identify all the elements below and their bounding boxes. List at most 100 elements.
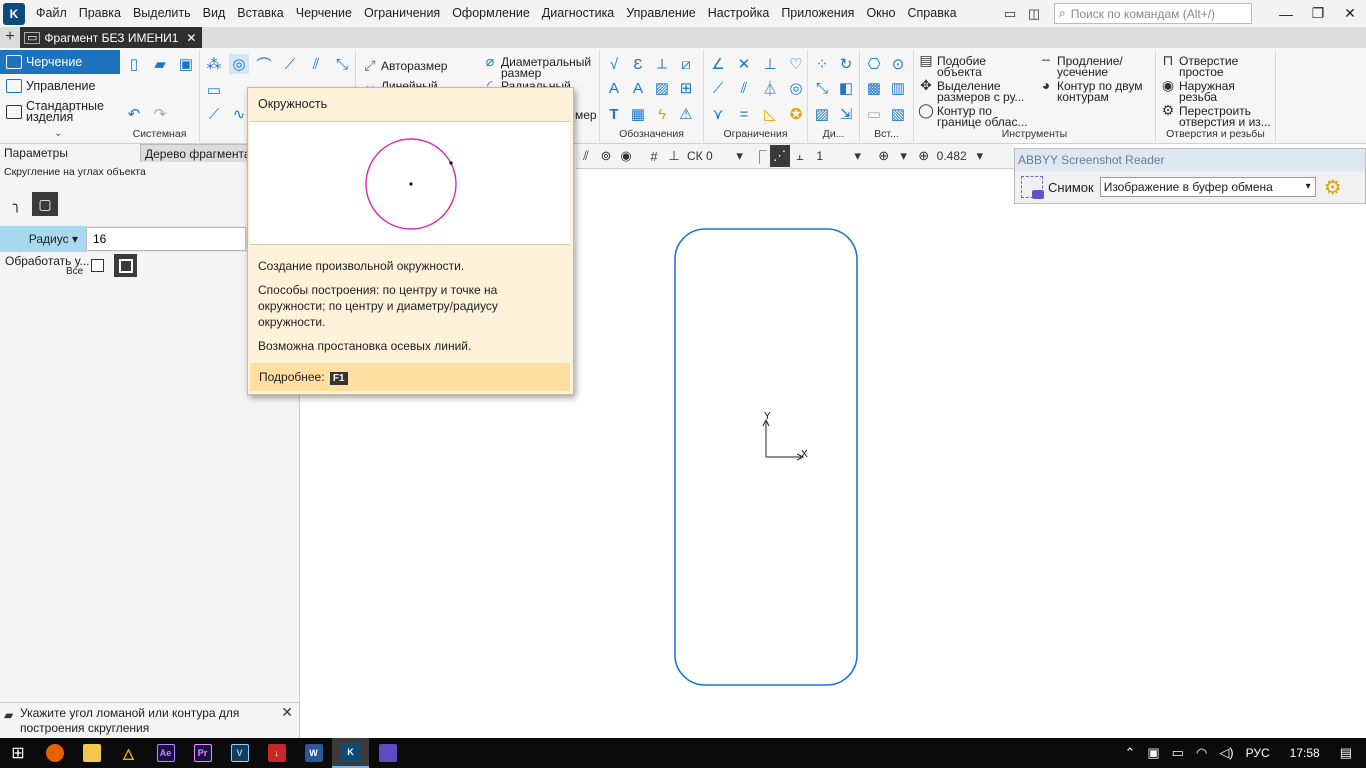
all-corners-button[interactable] bbox=[114, 254, 137, 277]
two-contours-button[interactable]: ◕ Контур по двум контурам bbox=[1038, 78, 1143, 103]
gear-icon[interactable]: ⚙ bbox=[1324, 175, 1342, 200]
tangent-constraint-icon[interactable]: ♡ bbox=[786, 54, 806, 74]
mirror-icon[interactable]: ◧ bbox=[836, 78, 856, 98]
point-icon[interactable]: ⁂ bbox=[204, 54, 224, 74]
clock[interactable]: 17:58 bbox=[1276, 746, 1334, 760]
insert-view-icon[interactable]: ⊙ bbox=[888, 54, 908, 74]
menu-drawing[interactable]: Черчение bbox=[290, 0, 358, 27]
save-icon[interactable]: ▣ bbox=[176, 54, 196, 74]
new-document-plus-icon[interactable]: + bbox=[0, 27, 20, 48]
text-icon[interactable]: T bbox=[604, 104, 624, 124]
insert-image-icon[interactable]: ▩ bbox=[864, 78, 884, 98]
redo-icon[interactable]: ↷ bbox=[150, 104, 170, 124]
taskbar-word[interactable]: W bbox=[295, 738, 332, 768]
radius-input[interactable] bbox=[86, 227, 246, 251]
arc-icon[interactable]: ⌒ bbox=[254, 54, 274, 74]
new-document-icon[interactable]: ▯ bbox=[124, 54, 144, 74]
menu-design[interactable]: Оформление bbox=[446, 0, 536, 27]
insert-doc-icon[interactable]: ▥ bbox=[888, 78, 908, 98]
menu-insert[interactable]: Вставка bbox=[231, 0, 289, 27]
copy-icon[interactable]: ▨ bbox=[812, 104, 832, 124]
layout-split-icon[interactable]: ◫ bbox=[1022, 4, 1046, 24]
text-leader-icon[interactable]: A bbox=[628, 78, 648, 98]
show-hide-icon[interactable]: ⊚ bbox=[596, 145, 616, 167]
rebuild-holes-button[interactable]: ⚙ Перестроить отверстия и из... bbox=[1160, 103, 1271, 128]
similar-object-button[interactable]: ▤ Подобие объекта bbox=[918, 53, 986, 78]
insert-link-icon[interactable]: ▧ bbox=[888, 104, 908, 124]
vertical-constraint-icon[interactable]: ⊥ bbox=[760, 54, 780, 74]
tab-parameters[interactable]: Параметры bbox=[0, 144, 72, 162]
zoom-dropdown-icon[interactable]: ▾ bbox=[970, 145, 990, 167]
cs-axis-icon[interactable]: ⊥ bbox=[664, 145, 684, 167]
rotate-icon[interactable]: ↻ bbox=[836, 54, 856, 74]
tray-app-icon[interactable]: ▣ bbox=[1141, 745, 1165, 761]
volume-icon[interactable]: ◁) bbox=[1213, 745, 1239, 761]
taskbar-premiere[interactable]: Pr bbox=[184, 738, 221, 768]
command-search-input[interactable]: ⌕ Поиск по командам (Alt+/) bbox=[1054, 3, 1252, 24]
taskbar-autocad[interactable]: △ bbox=[110, 738, 147, 768]
taskbar-kompas[interactable]: K bbox=[332, 738, 369, 768]
insert-fragment-icon[interactable]: ⎔ bbox=[864, 54, 884, 74]
taskbar-after-effects[interactable]: Ae bbox=[147, 738, 184, 768]
equal-length-icon[interactable]: ⫽ bbox=[734, 78, 754, 98]
snapshot-icon[interactable] bbox=[1021, 176, 1044, 199]
text-mark-icon[interactable]: A bbox=[604, 78, 624, 98]
snap-line-icon[interactable]: ⫽ bbox=[576, 145, 596, 167]
visibility-icon[interactable]: ◉ bbox=[616, 145, 636, 167]
close-tab-icon[interactable]: ✕ bbox=[186, 31, 196, 45]
triangle-mark-icon[interactable]: ⚠ bbox=[676, 104, 696, 124]
tolerance-icon[interactable]: ⟂ bbox=[652, 54, 672, 74]
mode-drawing[interactable]: Черчение bbox=[0, 50, 120, 74]
equal-icon[interactable]: = bbox=[734, 104, 754, 124]
language-indicator[interactable]: РУС bbox=[1240, 746, 1276, 760]
rectangle-icon[interactable]: ▭ bbox=[204, 80, 224, 100]
menu-view[interactable]: Вид bbox=[197, 0, 232, 27]
fillet-line-icon[interactable]: ⤡ bbox=[332, 54, 352, 74]
tab-fragment-tree[interactable]: Дерево фрагмента bbox=[139, 144, 256, 162]
scale-icon[interactable]: ⤡ bbox=[812, 78, 832, 98]
expand-chevron-icon[interactable]: ⌄ bbox=[54, 128, 62, 139]
table-icon[interactable]: ▦ bbox=[628, 104, 648, 124]
menu-constraints[interactable]: Ограничения bbox=[358, 0, 446, 27]
menu-help[interactable]: Справка bbox=[902, 0, 963, 27]
autosize-button[interactable]: ⤢ Авторазмер bbox=[362, 58, 447, 72]
layer-dropdown-icon[interactable]: ▾ bbox=[848, 145, 868, 167]
taskbar-firefox[interactable] bbox=[36, 738, 73, 768]
restore-button[interactable]: ❐ bbox=[1302, 5, 1334, 22]
menu-select[interactable]: Выделить bbox=[127, 0, 197, 27]
app-logo-icon[interactable]: K bbox=[3, 2, 25, 25]
snap-points-icon[interactable]: ⋰ bbox=[769, 145, 790, 167]
layout-window-icon[interactable]: ▭ bbox=[998, 4, 1022, 24]
leader-icon[interactable]: ⧄ bbox=[676, 54, 696, 74]
grid-icon[interactable]: # bbox=[644, 145, 664, 167]
spline-icon[interactable]: ∿ bbox=[229, 104, 249, 124]
mode-management[interactable]: Управление bbox=[0, 74, 120, 98]
move-icon[interactable]: ⁘ bbox=[812, 54, 832, 74]
process-all-checkbox[interactable] bbox=[91, 259, 104, 272]
fillet-contour-icon[interactable]: ▢ bbox=[32, 192, 58, 216]
menu-settings[interactable]: Настройка bbox=[702, 0, 776, 27]
hatch-icon[interactable]: ▨ bbox=[652, 78, 672, 98]
notifications-icon[interactable]: ▤ bbox=[1334, 745, 1366, 761]
zoom-box-icon[interactable]: ⊕ bbox=[874, 145, 894, 167]
snapshot-target-select[interactable]: Изображение в буфер обмена ▾ bbox=[1099, 177, 1316, 197]
menu-window[interactable]: Окно bbox=[860, 0, 901, 27]
open-folder-icon[interactable]: ▰ bbox=[150, 54, 170, 74]
select-dims-button[interactable]: ✥ Выделение размеров с ру... bbox=[918, 78, 1024, 103]
zoom-box-dropdown-icon[interactable]: ▾ bbox=[894, 145, 914, 167]
roughness-icon[interactable]: √ bbox=[604, 54, 624, 74]
coordinate-system-select[interactable]: СК 0 bbox=[684, 145, 716, 167]
menu-file[interactable]: Файл bbox=[30, 0, 73, 27]
minimize-button[interactable]: — bbox=[1270, 6, 1302, 22]
lightning-icon[interactable]: ϟ bbox=[652, 104, 672, 124]
base-icon[interactable]: Ɛ bbox=[628, 54, 648, 74]
zoom-icon[interactable]: ⊕ bbox=[914, 145, 934, 167]
wifi-icon[interactable]: ◠ bbox=[1190, 745, 1213, 761]
undo-icon[interactable]: ↶ bbox=[124, 104, 144, 124]
parallel-line-icon[interactable]: ⫽ bbox=[306, 54, 326, 74]
layer-icon[interactable]: ⫠ bbox=[790, 145, 810, 167]
tooltip-more[interactable]: Подробнее: F1 bbox=[250, 363, 570, 391]
table-mark-icon[interactable]: ⊞ bbox=[676, 78, 696, 98]
windows-start-icon[interactable]: ⊞ bbox=[0, 738, 36, 768]
menu-management[interactable]: Управление bbox=[620, 0, 702, 27]
